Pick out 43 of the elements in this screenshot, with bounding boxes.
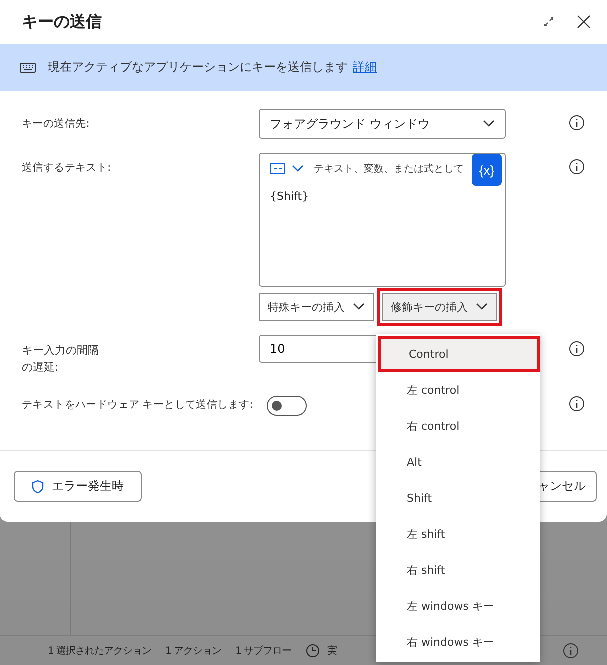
error-handling-button[interactable]: エラー発生時	[14, 471, 142, 502]
status-text: 1 選択されたアクション	[48, 644, 152, 658]
menu-item[interactable]: 右 shift	[376, 552, 540, 588]
expand-icon	[543, 16, 555, 28]
insert-key-button[interactable]: 特殊キーの挿入	[259, 293, 374, 321]
menu-item[interactable]: Shift	[376, 480, 540, 516]
field-label: キー入力の間隔	[22, 343, 100, 359]
text-mode-icon[interactable]	[270, 163, 286, 175]
status-text: 1 アクション	[166, 644, 222, 658]
chevron-down-icon	[353, 303, 365, 311]
chevron-down-icon	[476, 303, 488, 311]
menu-item[interactable]: 左 control	[376, 372, 540, 408]
dialog-title: キーの送信	[22, 12, 103, 32]
field-label: テキストをハードウェア キーとして送信します:	[22, 398, 254, 413]
menu-item[interactable]: Control	[378, 336, 540, 372]
menu-item[interactable]: 左 windows キー	[376, 588, 540, 624]
menu-item[interactable]: 左 shift	[376, 516, 540, 552]
info-icon[interactable]	[569, 115, 585, 131]
text-field[interactable]: テキスト、変数、または式として {x} {Shift}	[259, 153, 506, 287]
chevron-down-icon	[292, 165, 304, 173]
status-text: 1 サブフロー	[236, 644, 292, 658]
target-select[interactable]: フォアグラウンド ウィンドウ	[259, 109, 506, 139]
menu-item[interactable]: 右 control	[376, 408, 540, 444]
toggle-switch[interactable]	[267, 396, 307, 416]
text-placeholder: テキスト、変数、または式として	[314, 162, 464, 176]
field-label: の遅延:	[22, 360, 60, 376]
info-icon[interactable]	[569, 396, 585, 412]
variable-button[interactable]: {x}	[472, 154, 502, 186]
shield-icon	[32, 480, 44, 494]
menu-item[interactable]: 右 windows キー	[376, 624, 540, 660]
close-icon	[577, 15, 591, 29]
field-label: キーの送信先:	[22, 117, 90, 132]
field-label: 送信するテキスト:	[22, 161, 112, 176]
banner-text: 現在アクティブなアプリケーションにキーを送信します 詳細	[48, 59, 377, 76]
menu-item[interactable]: Alt	[376, 444, 540, 480]
text-value: {Shift}	[270, 190, 310, 203]
info-icon[interactable]	[569, 341, 585, 357]
clock-icon	[306, 644, 320, 658]
info-icon[interactable]	[569, 159, 585, 175]
keyboard-icon	[20, 62, 36, 72]
details-link[interactable]: 詳細	[353, 60, 377, 74]
status-text: 実	[328, 644, 338, 658]
chevron-down-icon	[483, 120, 495, 128]
